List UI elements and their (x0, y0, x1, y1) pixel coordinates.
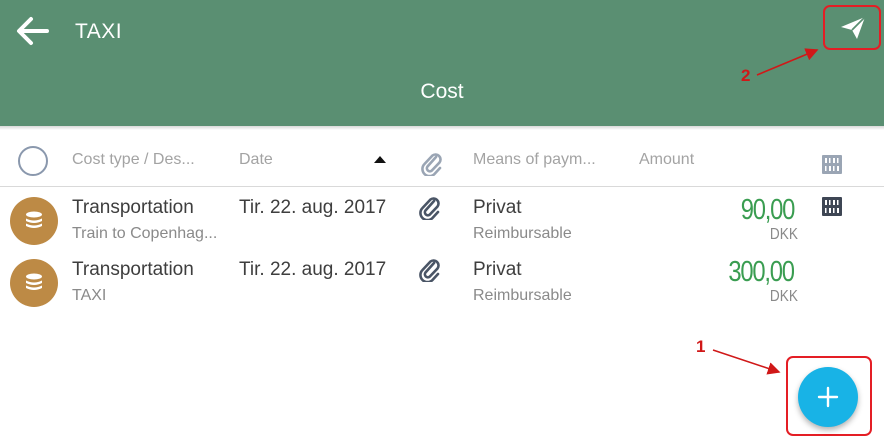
amount-value: 300,00 (728, 256, 796, 288)
paperclip-icon[interactable] (419, 258, 441, 282)
section-title: Cost (420, 80, 464, 103)
table-row[interactable]: Transportation TAXI Tir. 22. aug. 2017 P… (0, 252, 884, 314)
coins-icon (10, 197, 58, 245)
plus-icon (817, 386, 839, 408)
add-button[interactable] (798, 367, 858, 427)
barcode-icon[interactable] (822, 155, 842, 174)
cost-type: Transportation (72, 197, 194, 218)
amount-value: 90,00 (740, 194, 796, 226)
payment-method: Privat (473, 197, 522, 218)
select-all-checkbox[interactable] (18, 146, 48, 176)
sort-up-icon[interactable] (374, 156, 386, 163)
header-divider (0, 186, 884, 187)
paperclip-icon[interactable] (419, 196, 441, 220)
barcode-icon[interactable] (822, 197, 842, 216)
callout-number-send: 2 (741, 66, 751, 85)
paperclip-icon[interactable] (421, 152, 443, 176)
description: Train to Copenhag... (72, 225, 218, 242)
currency: DKK (770, 226, 798, 243)
currency: DKK (770, 288, 798, 305)
callout-number-add: 1 (696, 337, 706, 356)
back-arrow-icon (17, 17, 49, 45)
callout-arrow-add (712, 349, 781, 375)
description: TAXI (72, 287, 107, 304)
reimbursable-status: Reimbursable (473, 287, 572, 304)
header-shadow (0, 126, 884, 130)
column-header-cost-type[interactable]: Cost type / Des... (72, 151, 195, 169)
date: Tir. 22. aug. 2017 (239, 197, 387, 218)
page-title: TAXI (75, 20, 123, 43)
column-header-amount[interactable]: Amount (639, 151, 694, 169)
payment-method: Privat (473, 259, 522, 280)
table-row[interactable]: Transportation Train to Copenhag... Tir.… (0, 190, 884, 252)
coins-icon (10, 259, 58, 307)
column-header-date[interactable]: Date (239, 151, 273, 169)
send-button-highlight (823, 5, 881, 50)
back-button[interactable] (14, 14, 50, 48)
column-header-means-of-payment[interactable]: Means of paym... (473, 151, 596, 169)
date: Tir. 22. aug. 2017 (239, 259, 387, 280)
app-header: TAXI Cost (0, 0, 884, 126)
cost-type: Transportation (72, 259, 194, 280)
reimbursable-status: Reimbursable (473, 225, 572, 242)
